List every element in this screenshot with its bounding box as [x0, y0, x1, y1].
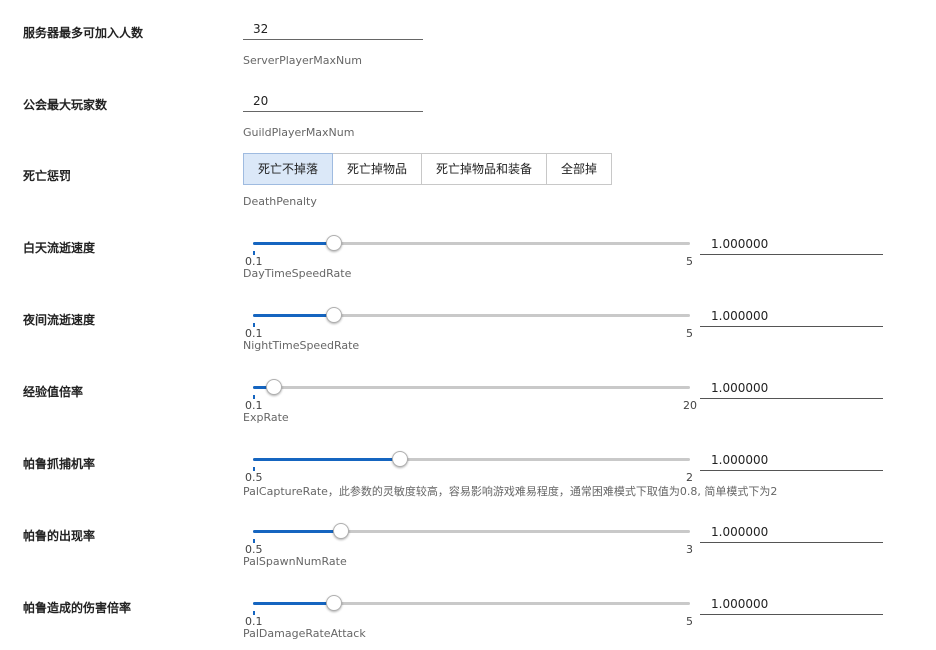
range-slider[interactable] — [253, 595, 690, 611]
slider-thumb[interactable] — [391, 451, 408, 467]
setting-hint: PalCaptureRate，此参数的灵敏度较高，容易影响游戏难易程度，通常困难… — [243, 485, 778, 498]
setting-label: 服务器最多可加入人数 — [23, 26, 144, 40]
slider-value-input[interactable] — [700, 233, 883, 255]
death-penalty-option[interactable]: 全部掉 — [547, 153, 613, 185]
setting-hint: PalSpawnNumRate — [243, 555, 347, 568]
setting-label: 经验值倍率 — [23, 385, 84, 399]
slider-fill — [253, 458, 399, 461]
slider-thumb[interactable] — [326, 307, 343, 323]
slider-fill — [253, 530, 341, 533]
setting-hint: NightTimeSpeedRate — [243, 339, 360, 352]
setting-label: 帕鲁造成的伤害倍率 — [23, 601, 132, 615]
slider-thumb[interactable] — [326, 595, 343, 611]
slider-max-label: 3 — [686, 543, 693, 556]
slider-max-label: 5 — [686, 255, 693, 268]
server-player-max-input[interactable] — [243, 18, 423, 40]
slider-thumb[interactable] — [333, 523, 350, 539]
setting-label: 白天流逝速度 — [23, 241, 96, 255]
slider-thumb[interactable] — [326, 235, 343, 251]
slider-fill — [253, 602, 334, 605]
range-slider[interactable] — [253, 307, 690, 323]
slider-max-label: 5 — [686, 327, 693, 340]
slider-max-label: 20 — [683, 399, 697, 412]
slider-fill — [253, 242, 334, 245]
death-penalty-option[interactable]: 死亡掉物品和装备 — [422, 153, 548, 185]
setting-hint: ServerPlayerMaxNum — [243, 54, 362, 67]
setting-label: 公会最大玩家数 — [23, 98, 108, 112]
slider-fill — [253, 314, 334, 317]
death-penalty-option[interactable]: 死亡不掉落 — [243, 153, 334, 185]
setting-label: 帕鲁的出现率 — [23, 529, 96, 543]
range-slider[interactable] — [253, 235, 690, 251]
setting-hint: ExpRate — [243, 411, 289, 424]
setting-hint: PalDamageRateAttack — [243, 627, 366, 640]
guild-player-max-input[interactable] — [243, 90, 423, 112]
slider-value-input[interactable] — [700, 593, 883, 615]
range-slider[interactable] — [253, 451, 690, 467]
setting-hint: DeathPenalty — [243, 195, 317, 208]
setting-label: 夜间流逝速度 — [23, 313, 96, 327]
death-penalty-option[interactable]: 死亡掉物品 — [333, 153, 423, 185]
death-penalty-segmented-control: 死亡不掉落 死亡掉物品 死亡掉物品和装备 全部掉 — [243, 153, 613, 185]
setting-label: 死亡惩罚 — [23, 169, 72, 183]
slider-thumb[interactable] — [265, 379, 282, 395]
slider-value-input[interactable] — [700, 305, 883, 327]
slider-value-input[interactable] — [700, 521, 883, 543]
setting-hint: DayTimeSpeedRate — [243, 267, 352, 280]
range-slider[interactable] — [253, 523, 690, 539]
slider-max-label: 5 — [686, 615, 693, 628]
setting-label: 帕鲁抓捕机率 — [23, 457, 96, 471]
slider-track — [253, 386, 690, 389]
setting-hint: GuildPlayerMaxNum — [243, 126, 355, 139]
range-slider[interactable] — [253, 379, 690, 395]
slider-value-input[interactable] — [700, 449, 883, 471]
slider-value-input[interactable] — [700, 377, 883, 399]
